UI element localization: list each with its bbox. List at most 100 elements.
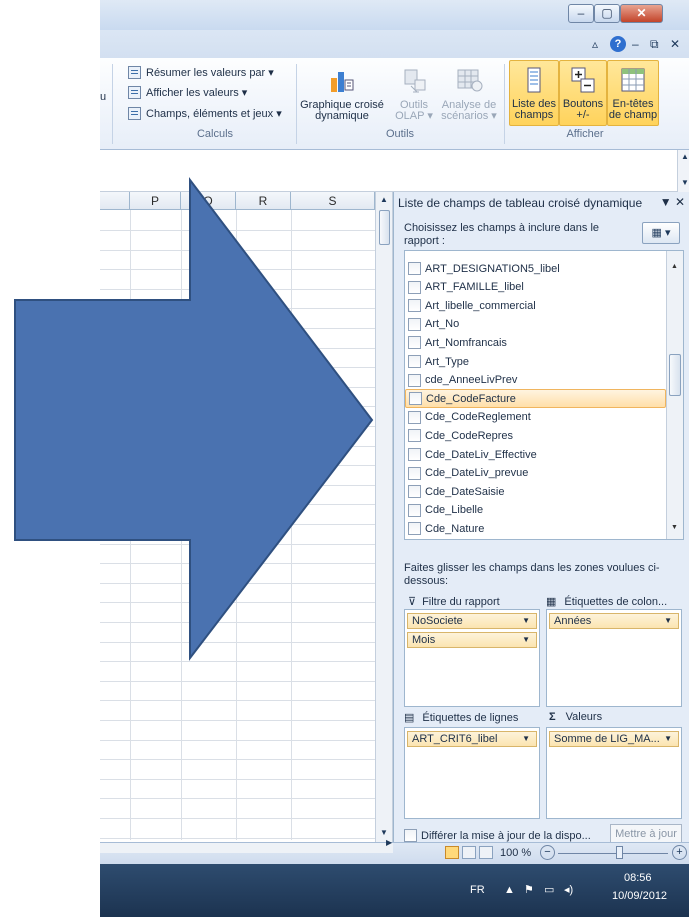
field-label: Cde_CodeRepres [425,429,514,442]
clock-time[interactable]: 08:56 [624,872,652,884]
field-checkbox[interactable] [408,336,421,350]
field-checkbox[interactable] [408,299,421,313]
field-item[interactable]: Cde_DateLiv_prevue [405,464,666,483]
column-chip-annees[interactable]: Années ▼ [549,613,679,629]
filter-zone[interactable]: NoSociete ▼ Mois ▼ [404,609,540,707]
field-checkbox[interactable] [408,355,421,368]
field-list-scrollbar[interactable]: ▲ ▼ [666,251,683,539]
window-close-icon[interactable]: ✕ [670,37,680,51]
field-headers-button[interactable]: En-têtes de champ [607,60,659,126]
normal-view-icon[interactable] [445,846,459,859]
scroll-down-icon[interactable]: ▼ [380,828,388,837]
sheet-vertical-scrollbar[interactable]: ▲ ▼ [375,192,392,842]
field-item[interactable]: cde_AnneeLivPrev [405,371,666,390]
filter-chip-nosociete[interactable]: NoSociete ▼ [407,613,537,629]
field-checkbox[interactable] [408,317,421,331]
zoom-out-icon[interactable]: − [540,845,555,860]
minimize-ribbon-icon[interactable]: ▵ [592,37,598,51]
field-label: Cde_DateLiv_prevue [425,467,529,480]
field-item[interactable]: Art_Nomfrancais [405,333,666,352]
field-item[interactable]: Art_No [405,315,666,334]
field-item[interactable]: Cde_DateSaisie [405,482,666,501]
field-checkbox[interactable] [409,392,422,406]
field-checkbox[interactable] [408,410,421,424]
column-header-p[interactable]: P [130,192,181,210]
values-zone[interactable]: Somme de LIG_MA... ▼ [546,727,682,819]
scroll-down-icon[interactable]: ▼ [681,178,689,187]
update-button[interactable]: Mettre à jour [610,824,682,844]
field-checkbox[interactable] [408,448,421,461]
field-list-scroll-thumb[interactable] [669,354,681,396]
filter-chip-mois[interactable]: Mois ▼ [407,632,537,648]
show-hidden-icons-icon[interactable]: ▲ [504,884,515,896]
column-header-s[interactable]: S [291,192,375,210]
field-item[interactable]: Cde_CodeFacture [405,389,666,409]
field-list[interactable]: ART_DESIGNATION5_libel ART_FAMILLE_libel A… [404,250,684,540]
clock-date[interactable]: 10/09/2012 [612,890,667,902]
pivotchart-button[interactable]: Graphique croisé dynamique [300,66,384,122]
olap-tools-button[interactable]: Outils OLAP ▾ [394,66,434,122]
field-checkbox[interactable] [408,373,421,387]
zoom-level[interactable]: 100 % [500,847,531,859]
window-minimize-icon[interactable]: – [632,37,639,51]
page-layout-view-icon[interactable] [462,846,476,859]
scroll-right-icon[interactable]: ▶ [386,838,392,847]
field-checkbox[interactable] [408,262,421,275]
horizontal-scrollbar[interactable] [100,843,393,853]
zoom-in-icon[interactable]: + [672,845,687,860]
sheet-scroll-thumb[interactable] [379,210,390,245]
network-icon[interactable]: ▭ [544,883,554,896]
field-item[interactable]: ART_DESIGNATION5_libel [405,259,666,278]
field-item[interactable]: Art_libelle_commercial [405,296,666,315]
formula-bar-scroll[interactable]: ▲ ▼ [677,150,689,192]
field-item[interactable]: Cde_Libelle [405,501,666,520]
fields-items-sets-button[interactable]: Champs, éléments et jeux ▾ [128,104,282,122]
summarize-values-button[interactable]: Résumer les valeurs par ▾ [128,63,274,81]
plus-minus-buttons-button[interactable]: Boutons +/- [559,60,607,126]
field-checkbox[interactable] [408,522,421,536]
worksheet-grid[interactable]: P Q R S ▲ ▼ [100,192,393,842]
field-checkbox[interactable] [408,280,421,294]
plus-minus-icon [571,67,595,93]
field-item[interactable]: Art_Type [405,352,666,371]
field-item[interactable]: Cde_DateLiv_Effective [405,445,666,464]
formula-bar-area: ▲ ▼ [100,150,689,192]
zoom-slider-thumb[interactable] [616,846,623,859]
zoom-slider[interactable] [558,853,668,854]
field-item[interactable]: Cde_CodeReglement [405,408,666,427]
field-list-button[interactable]: Liste des champs [509,60,559,126]
rows-zone[interactable]: ART_CRIT6_libel ▼ [404,727,540,819]
layout-options-button[interactable]: ▦ ▾ [642,222,680,244]
minimize-button[interactable]: – [568,4,594,23]
defer-checkbox-box[interactable] [404,829,417,842]
field-checkbox[interactable] [408,503,421,517]
row-chip-art-crit6[interactable]: ART_CRIT6_libel ▼ [407,731,537,747]
field-checkbox[interactable] [408,466,421,480]
pane-controls[interactable]: ▼ ✕ [660,195,685,209]
field-item[interactable]: ART_FAMILLE_libel [405,278,666,297]
defer-update-checkbox[interactable]: Différer la mise à jour de la dispo... [404,829,591,842]
scroll-down-icon[interactable]: ▼ [671,524,678,531]
scroll-up-icon[interactable]: ▲ [380,195,388,204]
language-indicator[interactable]: FR [470,884,485,896]
value-chip-somme[interactable]: Somme de LIG_MA... ▼ [549,731,679,747]
column-header-r[interactable]: R [236,192,291,210]
close-button[interactable]: ✕ [620,4,663,23]
field-item[interactable]: Cde_Nature [405,519,666,538]
window-restore-icon[interactable]: ⧉ [650,37,659,52]
page-break-view-icon[interactable] [479,846,493,859]
action-center-icon[interactable]: ⚑ [524,883,534,896]
columns-zone[interactable]: Années ▼ [546,609,682,707]
show-values-button[interactable]: Afficher les valeurs ▾ [128,83,247,101]
field-checkbox[interactable] [408,429,421,443]
what-if-analysis-button[interactable]: Analyse de scénarios ▾ [440,66,498,122]
scroll-up-icon[interactable]: ▲ [671,263,678,270]
column-header-q[interactable]: Q [181,192,236,210]
help-icon[interactable]: ? [610,36,626,52]
field-item[interactable]: Cde_CodeRepres [405,426,666,445]
maximize-button[interactable]: ▢ [594,4,620,23]
volume-icon[interactable]: ◂) [564,883,573,896]
field-checkbox[interactable] [408,485,421,499]
scroll-up-icon[interactable]: ▲ [681,152,689,161]
column-header-hidden[interactable] [100,192,130,210]
